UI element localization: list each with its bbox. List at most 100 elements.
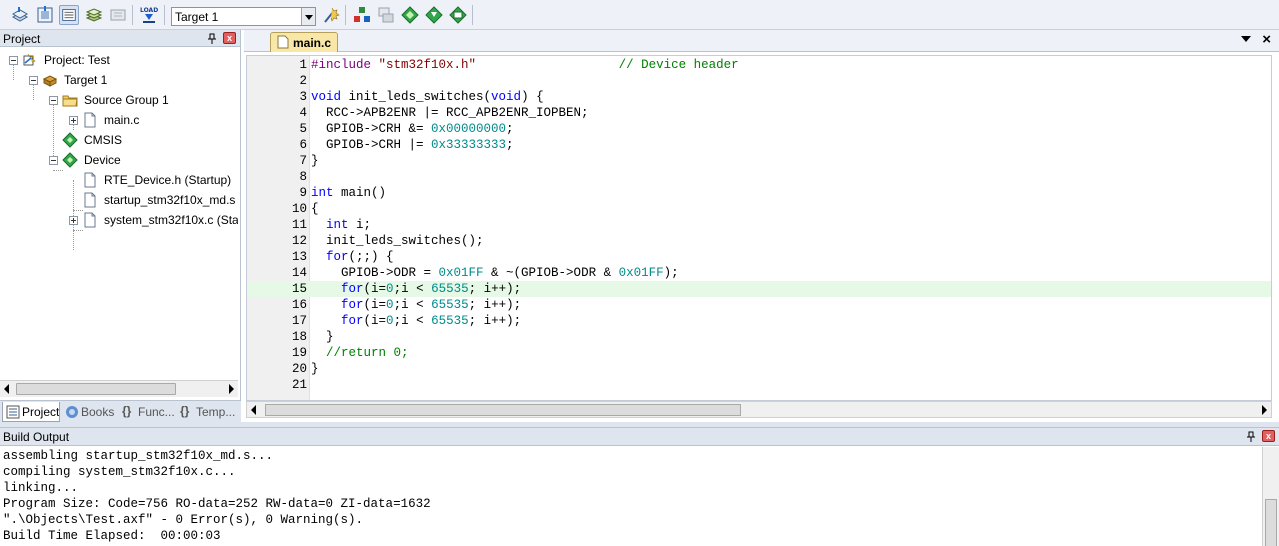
code-token: ; i++);	[468, 298, 522, 312]
scroll-left-icon[interactable]	[4, 384, 9, 394]
scroll-thumb[interactable]	[265, 404, 741, 416]
editor-hscrollbar[interactable]	[246, 401, 1272, 418]
scroll-thumb[interactable]	[1265, 499, 1277, 546]
build-icon[interactable]	[35, 5, 55, 25]
code-line[interactable]: 4 RCC->APB2ENR |= RCC_APB2ENR_IOPBEN;	[247, 105, 1271, 121]
code-token: (;;) {	[348, 250, 394, 264]
tab-books[interactable]: Books	[62, 402, 117, 422]
pack-manager-icon[interactable]	[448, 5, 468, 25]
build-vscrollbar[interactable]	[1262, 447, 1279, 546]
tab-templates[interactable]: {} Temp...	[177, 402, 237, 422]
code-line[interactable]: 19 //return 0;	[247, 345, 1271, 361]
chevron-down-icon[interactable]	[301, 8, 315, 25]
code-line[interactable]: 20}	[247, 361, 1271, 377]
code-text: RCC->APB2ENR |= RCC_APB2ENR_IOPBEN;	[311, 105, 589, 121]
tree-node-project[interactable]: Project: Test	[0, 50, 238, 70]
code-line[interactable]: 16 for(i=0;i < 65535; i++);	[247, 297, 1271, 313]
collapse-icon[interactable]	[49, 96, 58, 105]
code-line[interactable]: 12 init_leds_switches();	[247, 233, 1271, 249]
code-token: 65535	[431, 298, 469, 312]
code-line[interactable]: 2	[247, 73, 1271, 89]
build-output-header: Build Output x	[0, 428, 1279, 446]
code-token: main()	[333, 186, 387, 200]
code-editor[interactable]: 1 #include "stm32f10x.h" // Device header…	[246, 55, 1272, 401]
tab-main-c[interactable]: main.c	[270, 32, 338, 52]
code-text: for(i=0;i < 65535; i++);	[311, 281, 521, 297]
code-line[interactable]: 8	[247, 169, 1271, 185]
code-line[interactable]: 18 }	[247, 329, 1271, 345]
tree-node-cmsis[interactable]: CMSIS	[0, 130, 238, 150]
code-line[interactable]: 7}	[247, 153, 1271, 169]
code-token: // Device header	[618, 58, 739, 72]
code-line[interactable]: 6 GPIOB->CRH |= 0x33333333;	[247, 137, 1271, 153]
tab-list-chevron-icon[interactable]	[1241, 36, 1251, 42]
close-tab-icon[interactable]: ×	[1262, 31, 1271, 48]
file-icon	[84, 112, 96, 128]
line-number: 14	[291, 266, 307, 280]
expand-icon[interactable]	[69, 216, 78, 225]
code-line[interactable]: 21	[247, 377, 1271, 393]
tree-node-source-group[interactable]: Source Group 1	[0, 90, 238, 110]
scroll-right-icon[interactable]	[229, 384, 234, 394]
run-time-env-icon[interactable]	[400, 5, 420, 25]
target-options-icon[interactable]	[321, 5, 341, 25]
tree-node-device-file[interactable]: startup_stm32f10x_md.s (	[0, 190, 238, 210]
code-token: & ~(GPIOB->ODR &	[483, 266, 619, 280]
close-icon[interactable]: x	[1262, 430, 1275, 442]
line-number: 9	[299, 186, 307, 200]
code-line[interactable]: 11 int i;	[247, 217, 1271, 233]
scroll-right-icon[interactable]	[1262, 405, 1267, 415]
project-hscrollbar[interactable]	[0, 380, 238, 397]
tree-label-main-c: main.c	[104, 113, 140, 127]
project-panel-header: Project x	[0, 30, 240, 47]
target-select[interactable]: Target 1	[171, 7, 316, 26]
pin-icon[interactable]	[207, 33, 217, 44]
code-token: 65535	[431, 314, 469, 328]
build-output-line: Build Time Elapsed: 00:00:03	[3, 529, 221, 543]
code-line[interactable]: 1 #include "stm32f10x.h" // Device header	[247, 57, 1271, 73]
tab-functions[interactable]: {} Func...	[119, 402, 175, 422]
select-packs-icon[interactable]	[376, 5, 396, 25]
tree-label-cmsis: CMSIS	[84, 133, 123, 147]
code-line[interactable]: 13 for(;;) {	[247, 249, 1271, 265]
tree-node-device-file[interactable]: RTE_Device.h (Startup)	[0, 170, 238, 190]
collapse-icon[interactable]	[9, 56, 18, 65]
build-output-line: assembling startup_stm32f10x_md.s...	[3, 449, 274, 463]
code-line[interactable]: 14 GPIOB->ODR = 0x01FF & ~(GPIOB->ODR & …	[247, 265, 1271, 281]
code-line[interactable]: 17 for(i=0;i < 65535; i++);	[247, 313, 1271, 329]
pin-icon[interactable]	[1246, 431, 1256, 442]
pack-installer-icon[interactable]	[424, 5, 444, 25]
tree-node-device-file[interactable]: system_stm32f10x.c (Star	[0, 210, 238, 230]
collapse-icon[interactable]	[29, 76, 38, 85]
code-line[interactable]: 5 GPIOB->CRH &= 0x00000000;	[247, 121, 1271, 137]
scroll-thumb[interactable]	[16, 383, 176, 395]
scroll-left-icon[interactable]	[251, 405, 256, 415]
tree-label-target: Target 1	[64, 73, 108, 87]
template-icon: {}	[180, 404, 190, 418]
code-line[interactable]: 15 for(i=0;i < 65535; i++);	[247, 281, 1271, 297]
code-line[interactable]: 9 int main()	[247, 185, 1271, 201]
tree-node-main-c[interactable]: main.c	[0, 110, 238, 130]
line-number: 7	[299, 154, 307, 168]
file-tab-icon	[277, 35, 289, 49]
target-select-value: Target 1	[175, 10, 219, 24]
rebuild-icon[interactable]	[59, 5, 79, 25]
manage-components-icon[interactable]	[352, 5, 372, 25]
tree-node-target[interactable]: Target 1	[0, 70, 238, 90]
code-line[interactable]: 10 {	[247, 201, 1271, 217]
code-token: i;	[348, 218, 372, 232]
expand-icon[interactable]	[69, 116, 78, 125]
batch-build-icon[interactable]	[84, 5, 104, 25]
code-line[interactable]: 3 void init_leds_switches(void) {	[247, 89, 1271, 105]
build-output-text[interactable]: assembling startup_stm32f10x_md.s... comp…	[3, 448, 431, 544]
close-icon[interactable]: x	[223, 32, 236, 44]
code-text: for(;;) {	[311, 249, 394, 265]
collapse-icon[interactable]	[49, 156, 58, 165]
code-token: 0	[386, 314, 394, 328]
download-icon[interactable]: LOAD	[139, 5, 159, 25]
translate-icon[interactable]	[10, 5, 30, 25]
tab-project[interactable]: Project	[2, 402, 60, 422]
tree-node-device[interactable]: Device	[0, 150, 238, 170]
stop-build-icon[interactable]	[108, 5, 128, 25]
braces-icon: {}	[122, 404, 132, 418]
